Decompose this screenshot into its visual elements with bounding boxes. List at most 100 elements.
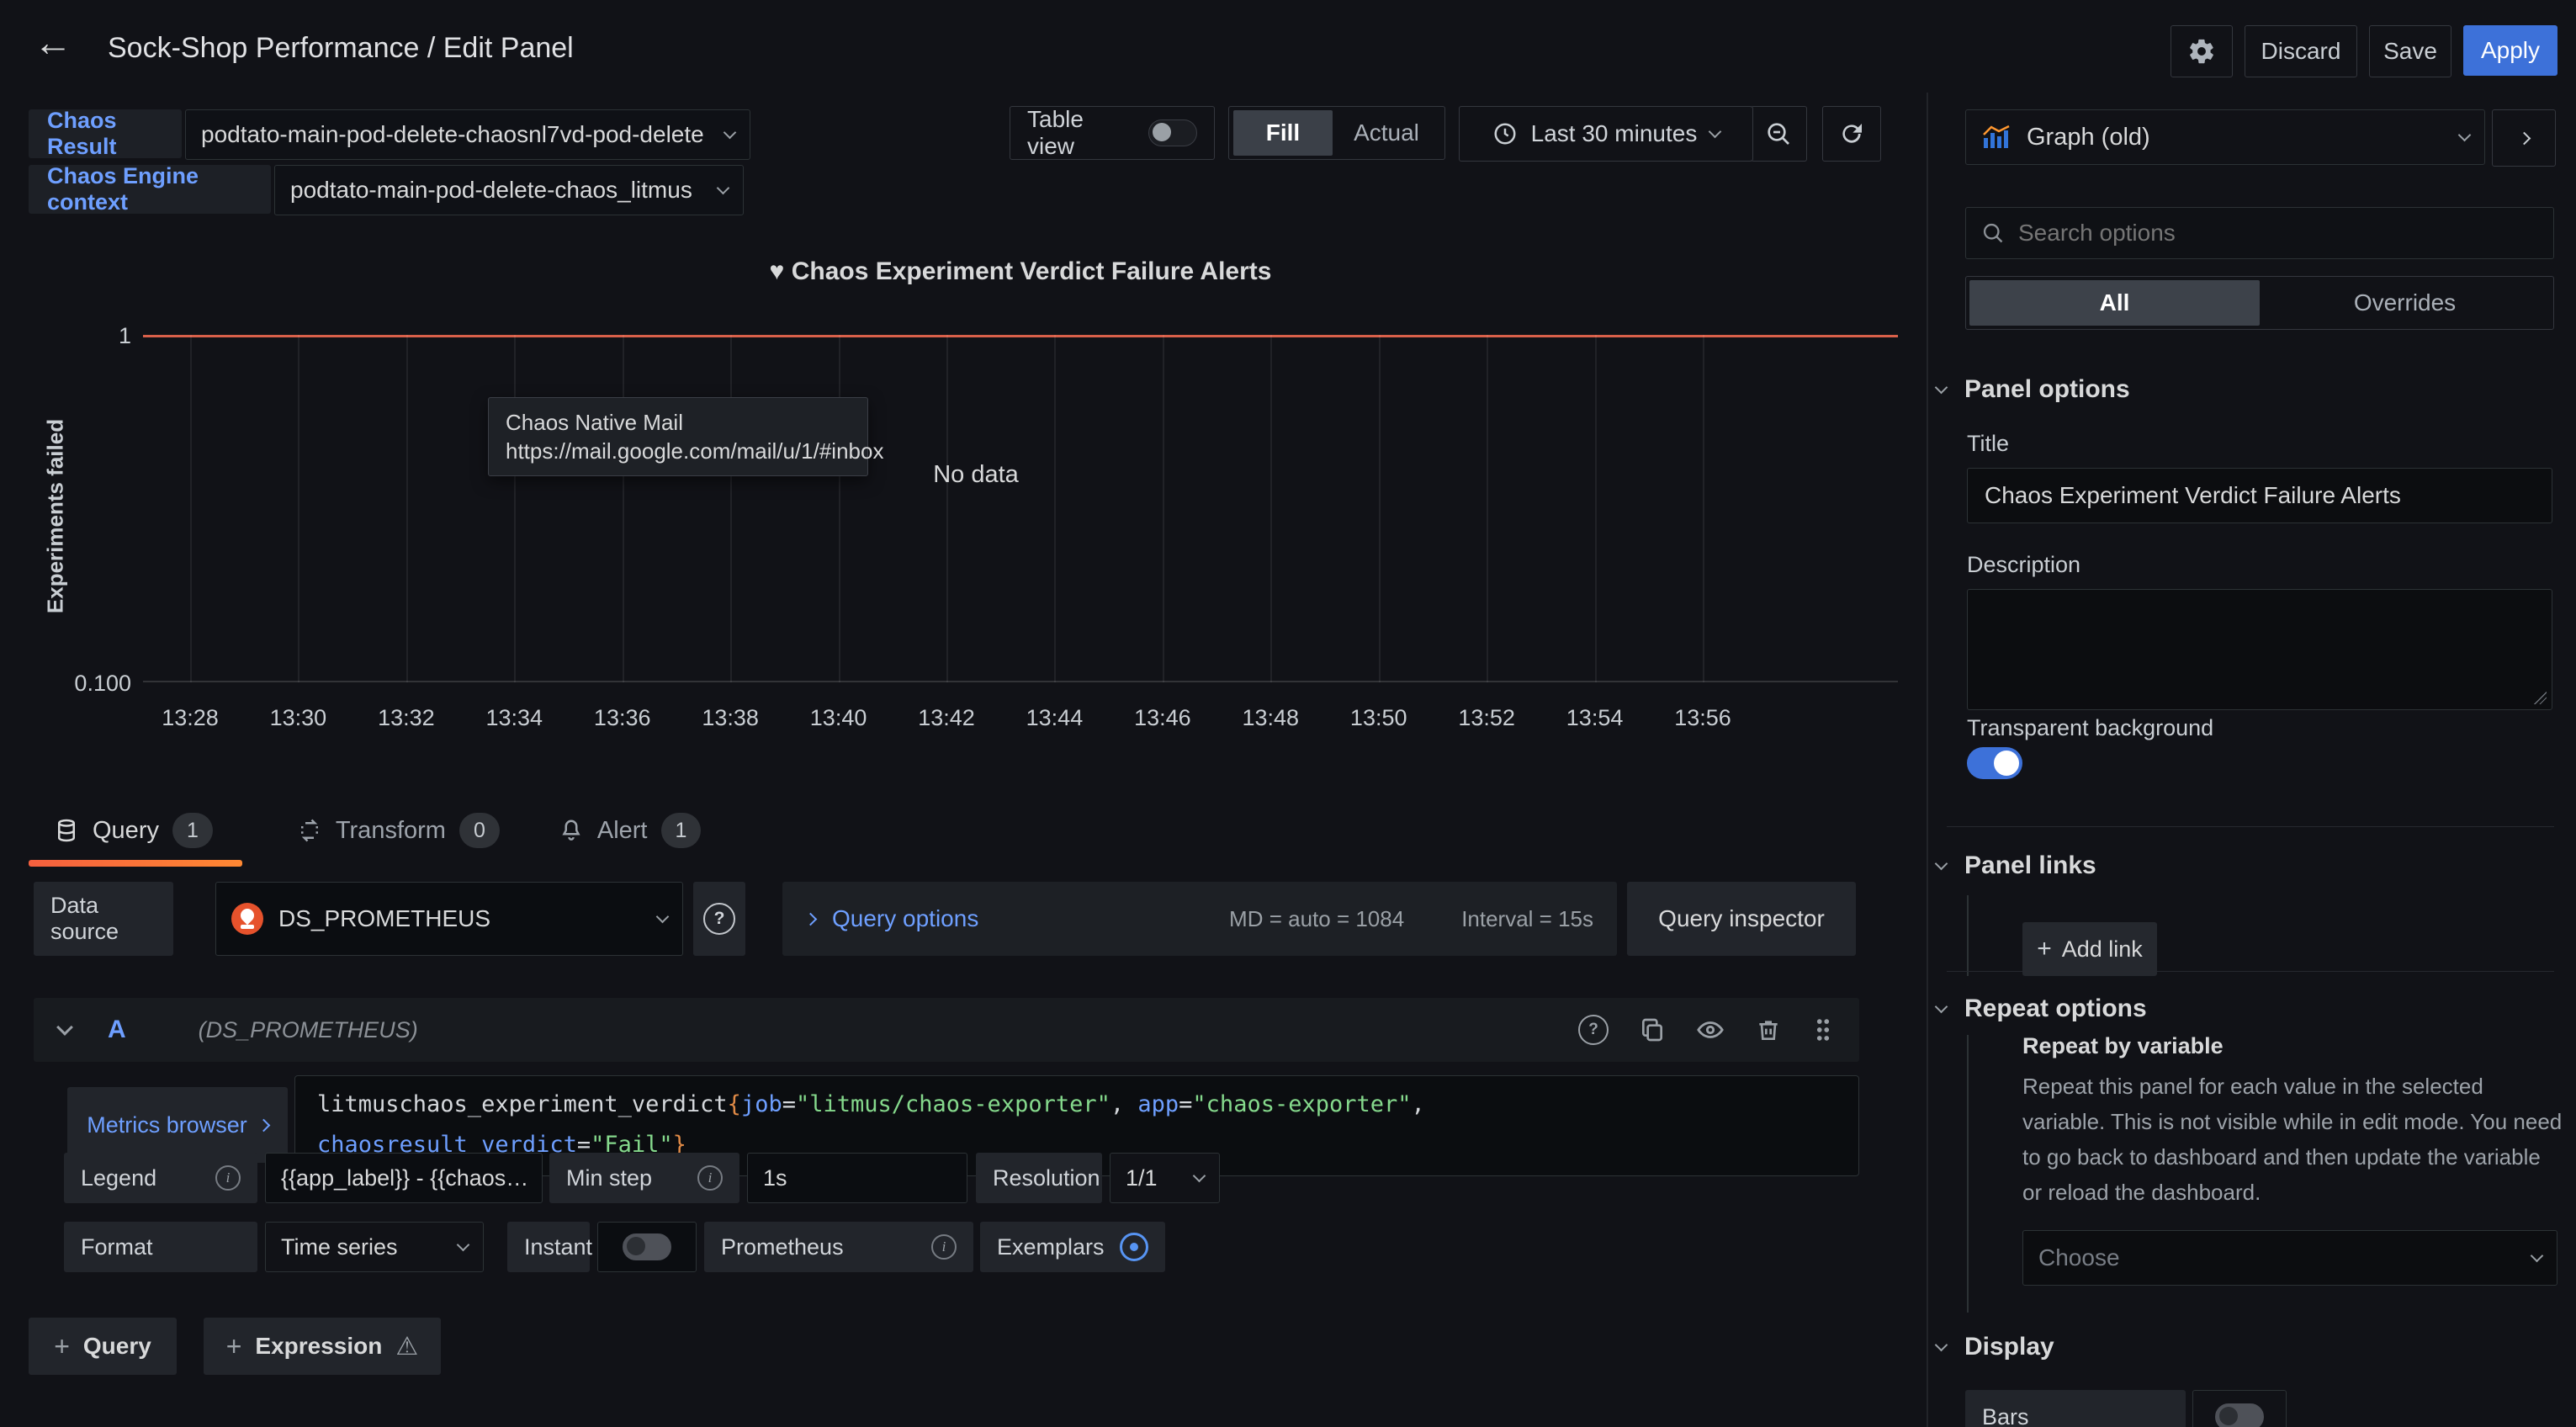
tooltip-link[interactable]: https://mail.google.com/mail/u/1/#inbox bbox=[506, 437, 851, 465]
back-arrow-icon: ← bbox=[34, 19, 72, 65]
x-tick-label: 13:48 bbox=[1220, 705, 1321, 731]
exemplars-eye-icon[interactable] bbox=[1120, 1233, 1148, 1261]
x-tick-label: 13:32 bbox=[356, 705, 457, 731]
chevron-down-icon bbox=[1193, 1169, 1206, 1182]
tooltip-title: Chaos Native Mail bbox=[506, 408, 851, 437]
add-expression-button[interactable]: + Expression ⚠ bbox=[204, 1318, 441, 1375]
gridline bbox=[730, 335, 732, 682]
instant-toggle-box bbox=[597, 1222, 697, 1272]
x-tick-label: 13:34 bbox=[464, 705, 564, 731]
panel-title-input[interactable] bbox=[1967, 468, 2552, 523]
tab-query[interactable]: Query 1 bbox=[29, 813, 238, 848]
x-tick-label: 13:52 bbox=[1436, 705, 1537, 731]
promql-token: litmuschaos_experiment_verdict bbox=[317, 1091, 728, 1117]
tab-alert[interactable]: Alert 1 bbox=[559, 813, 702, 848]
query-inspector-button[interactable]: Query inspector bbox=[1627, 882, 1856, 956]
panel-description-textarea[interactable] bbox=[1967, 589, 2552, 710]
page-title: Sock-Shop Performance / Edit Panel bbox=[108, 32, 574, 65]
datasource-label: Data source bbox=[34, 882, 173, 956]
refresh-icon bbox=[1838, 120, 1865, 147]
zoom-out-icon bbox=[1765, 120, 1792, 147]
bars-toggle[interactable] bbox=[2215, 1403, 2264, 1427]
bars-toggle-box bbox=[2192, 1390, 2287, 1427]
repeat-variable-select[interactable]: Choose bbox=[2022, 1230, 2557, 1286]
chevron-down-icon bbox=[1935, 857, 1948, 870]
display-section-header[interactable]: Display bbox=[1937, 1333, 2054, 1361]
refresh-button[interactable] bbox=[1822, 106, 1881, 162]
trash-icon[interactable] bbox=[1755, 1016, 1782, 1043]
annotation-tooltip: Chaos Native Mail https://mail.google.co… bbox=[488, 397, 868, 476]
panel-options-section-header[interactable]: Panel options bbox=[1937, 375, 2130, 404]
editor-tabs: Query 1 Transform 0 Alert 1 bbox=[29, 796, 701, 865]
prometheus-type-label: Prometheusi bbox=[704, 1222, 973, 1272]
query-options-bar[interactable]: Query options MD = auto = 1084 Interval … bbox=[782, 882, 1617, 956]
eye-icon[interactable] bbox=[1696, 1016, 1725, 1044]
promql-token: = bbox=[1179, 1091, 1192, 1117]
apply-button[interactable]: Apply bbox=[2463, 25, 2557, 76]
resolution-select[interactable]: 1/1 bbox=[1110, 1153, 1220, 1203]
gridline bbox=[190, 335, 192, 682]
panel-settings-button[interactable] bbox=[2171, 25, 2233, 77]
gridline bbox=[298, 335, 299, 682]
tab-transform[interactable]: Transform 0 bbox=[297, 813, 500, 848]
drag-handle-icon[interactable] bbox=[1812, 1016, 1834, 1044]
info-icon: i bbox=[697, 1165, 723, 1191]
datasource-picker[interactable]: DS_PROMETHEUS bbox=[215, 882, 683, 956]
back-button[interactable]: ← bbox=[34, 17, 72, 67]
variable-label-chaos-result: Chaos Result bbox=[29, 109, 182, 158]
visualization-picker[interactable]: Graph (old) bbox=[1965, 109, 2485, 165]
query-help-icon[interactable]: ? bbox=[1578, 1015, 1609, 1045]
title-field[interactable] bbox=[1967, 468, 2552, 523]
panel-links-section-header[interactable]: Panel links bbox=[1937, 851, 2096, 880]
chevron-down-icon bbox=[717, 181, 730, 194]
x-tick-label: 13:56 bbox=[1652, 705, 1753, 731]
fill-option[interactable]: Fill bbox=[1233, 110, 1333, 156]
add-link-button[interactable]: + Add link bbox=[2022, 922, 2157, 976]
table-view-toggle[interactable] bbox=[1148, 119, 1197, 146]
promql-token: app bbox=[1137, 1091, 1179, 1117]
filter-overrides-tab[interactable]: Overrides bbox=[2260, 280, 2550, 326]
save-button[interactable]: Save bbox=[2369, 25, 2451, 77]
promql-token: { bbox=[728, 1091, 741, 1117]
chevron-right-icon bbox=[804, 912, 818, 926]
filter-all-tab[interactable]: All bbox=[1969, 280, 2260, 326]
promql-token: , bbox=[1412, 1091, 1425, 1117]
query-row-header[interactable]: A (DS_PROMETHEUS) ? bbox=[34, 998, 1859, 1062]
chevron-down-icon bbox=[1709, 125, 1722, 138]
plus-icon: + bbox=[54, 1331, 70, 1362]
gridline bbox=[839, 335, 840, 682]
chevron-right-icon bbox=[257, 1118, 270, 1132]
time-range-picker[interactable]: Last 30 minutes bbox=[1459, 106, 1753, 162]
promql-token: "chaos-exporter" bbox=[1192, 1091, 1411, 1117]
chevron-right-icon bbox=[2517, 131, 2531, 145]
metrics-browser-button[interactable]: Metrics browser bbox=[67, 1087, 288, 1163]
gridline bbox=[1163, 335, 1164, 682]
collapse-options-pane-button[interactable] bbox=[2492, 109, 2556, 167]
search-options-field[interactable] bbox=[1965, 207, 2554, 259]
datasource-help-button[interactable]: ? bbox=[693, 882, 745, 956]
actual-option[interactable]: Actual bbox=[1333, 110, 1440, 156]
grafana-edit-panel: ← Sock-Shop Performance / Edit Panel Dis… bbox=[0, 0, 2576, 1427]
transparent-background-toggle[interactable] bbox=[1967, 747, 2022, 779]
chevron-down-icon bbox=[1935, 380, 1948, 394]
chart-plot-area[interactable] bbox=[143, 335, 1898, 682]
min-step-input[interactable]: 1s bbox=[747, 1153, 967, 1203]
chevron-down-icon bbox=[2531, 1249, 2544, 1262]
legend-format-input[interactable]: {{app_label}} - {{chaos… bbox=[265, 1153, 543, 1203]
repeat-options-section-header[interactable]: Repeat options bbox=[1937, 995, 2147, 1023]
x-tick-label: 13:38 bbox=[680, 705, 781, 731]
format-select[interactable]: Time series bbox=[265, 1222, 484, 1272]
resize-handle[interactable] bbox=[2533, 691, 2547, 704]
variable-select-chaos-result[interactable]: podtato-main-pod-delete-chaosnl7vd-pod-d… bbox=[185, 109, 750, 160]
x-tick-label: 13:36 bbox=[572, 705, 673, 731]
prometheus-icon bbox=[231, 903, 263, 935]
instant-toggle[interactable] bbox=[623, 1233, 671, 1260]
gridline bbox=[1270, 335, 1272, 682]
variable-select-chaos-engine-context[interactable]: podtato-main-pod-delete-chaos_litmus bbox=[274, 165, 744, 215]
instant-label: Instant bbox=[507, 1222, 590, 1272]
add-query-button[interactable]: + Query bbox=[29, 1318, 177, 1375]
search-input[interactable] bbox=[2018, 208, 2538, 258]
zoom-out-button[interactable] bbox=[1751, 106, 1807, 162]
discard-button[interactable]: Discard bbox=[2245, 25, 2357, 77]
duplicate-icon[interactable] bbox=[1639, 1016, 1666, 1043]
